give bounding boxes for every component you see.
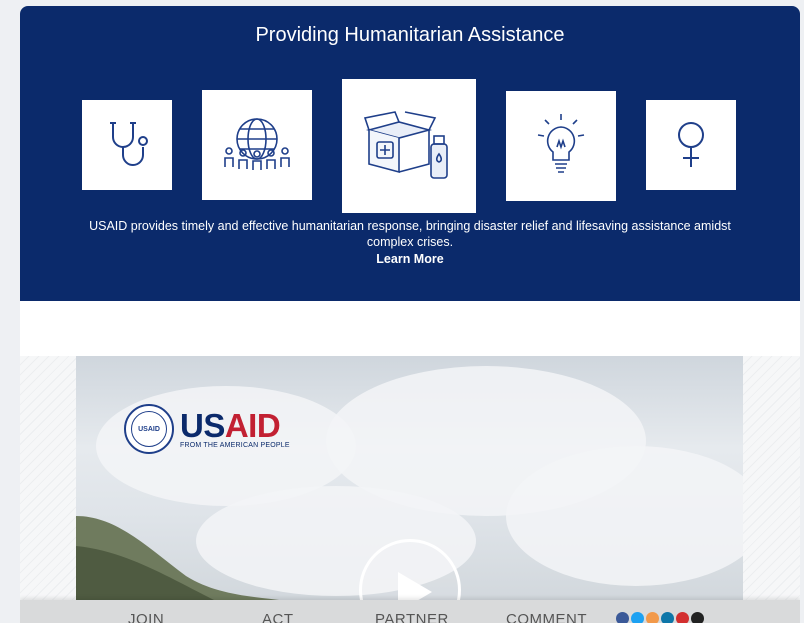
humanitarian-section: Providing Humanitarian Assistance USAID …	[20, 6, 800, 301]
stethoscope-tile[interactable]	[82, 100, 172, 190]
section-description: USAID provides timely and effective huma…	[89, 219, 731, 249]
logo-wordmark: USAID	[180, 406, 290, 444]
lightbulb-tile[interactable]	[506, 91, 616, 201]
logo-us: US	[180, 406, 225, 444]
logo-text: USAID FROM THE AMERICAN PEOPLE	[180, 406, 290, 449]
right-pattern	[743, 356, 800, 623]
seal-label: USAID	[131, 411, 167, 447]
lightbulb-icon	[537, 114, 585, 173]
logo-tagline: FROM THE AMERICAN PEOPLE	[180, 441, 290, 449]
left-pattern	[20, 356, 76, 623]
female-symbol-tile[interactable]	[646, 100, 736, 190]
nav-partner[interactable]: PARTNER	[375, 611, 449, 623]
bottom-nav-bar: JOIN ACT PARTNER COMMENT	[20, 600, 800, 623]
globe-people-icon	[224, 118, 290, 170]
social-links	[616, 612, 706, 623]
browser-frame: Providing Humanitarian Assistance USAID …	[20, 6, 800, 623]
video-section: USAID USAID FROM THE AMERICAN PEOPLE	[20, 301, 800, 623]
female-symbol-icon	[678, 122, 704, 167]
nav-join[interactable]: JOIN	[128, 611, 164, 623]
globe-people-tile[interactable]	[202, 90, 312, 200]
video-player[interactable]: USAID USAID FROM THE AMERICAN PEOPLE	[76, 356, 743, 618]
learn-more-link[interactable]: Learn More	[20, 252, 800, 266]
cloud	[506, 446, 743, 586]
medical-box-tile[interactable]	[342, 79, 476, 213]
nav-act[interactable]: ACT	[262, 611, 294, 623]
rss-icon[interactable]	[646, 612, 659, 623]
instagram-icon[interactable]	[691, 612, 704, 623]
stethoscope-icon	[110, 122, 148, 166]
nav-comment[interactable]: COMMENT	[506, 611, 587, 623]
medical-box-icon	[363, 111, 448, 179]
youtube-icon[interactable]	[676, 612, 689, 623]
facebook-icon[interactable]	[616, 612, 629, 623]
usaid-seal-icon: USAID	[124, 404, 174, 454]
usaid-logo: USAID USAID FROM THE AMERICAN PEOPLE	[124, 404, 290, 454]
linkedin-icon[interactable]	[661, 612, 674, 623]
section-title: Providing Humanitarian Assistance	[255, 24, 565, 46]
logo-aid: AID	[224, 406, 281, 444]
twitter-icon[interactable]	[631, 612, 644, 623]
